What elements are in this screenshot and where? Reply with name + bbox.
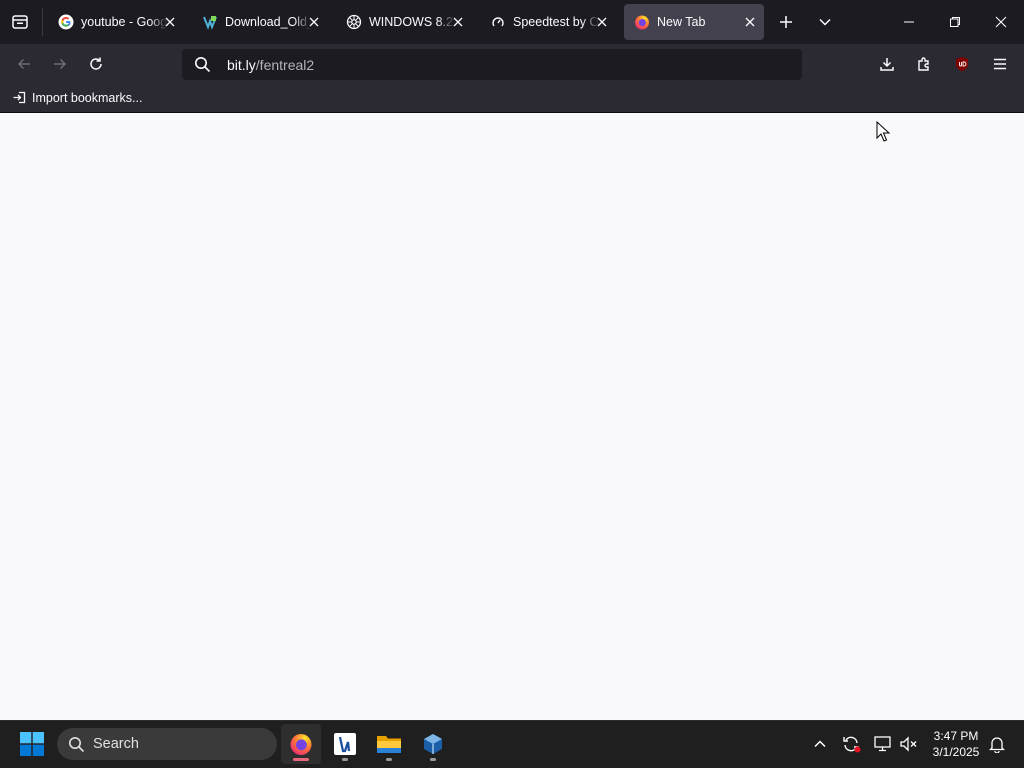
gear-site-icon xyxy=(346,14,362,30)
firefox-view-button[interactable] xyxy=(6,8,34,36)
folder-icon xyxy=(377,736,401,753)
tab-windows-8-2[interactable]: WINDOWS 8.2 Vista xyxy=(336,4,472,40)
tab-title: WINDOWS 8.2 Vista xyxy=(369,15,455,29)
import-icon xyxy=(13,91,26,104)
minimize-button[interactable] xyxy=(890,0,928,44)
address-bar[interactable]: bit.ly/fentreal2 xyxy=(182,49,802,80)
close-tab-icon[interactable] xyxy=(594,14,610,30)
tab-title: youtube - Google Search xyxy=(81,15,167,29)
search-icon xyxy=(195,57,211,73)
import-bookmarks-button[interactable]: Import bookmarks... xyxy=(12,90,142,105)
close-tab-icon[interactable] xyxy=(742,14,758,30)
chevron-up-icon xyxy=(814,740,826,748)
tab-title: Download_Old_Windows xyxy=(225,15,311,29)
network-icon xyxy=(874,736,891,752)
close-tab-icon[interactable] xyxy=(450,14,466,30)
speedtest-icon xyxy=(490,14,506,30)
notifications-button[interactable] xyxy=(985,730,1009,758)
hamburger-menu-icon xyxy=(994,58,1006,70)
tab-speedtest[interactable]: Speedtest by Ookla xyxy=(480,4,616,40)
app-menu-button[interactable] xyxy=(986,50,1014,78)
sync-status-button[interactable] xyxy=(839,730,863,758)
url-path: /fentreal2 xyxy=(255,56,315,73)
firefox-icon xyxy=(634,14,650,30)
minimize-icon xyxy=(904,21,914,23)
bell-icon xyxy=(989,737,1005,753)
tab-title: New Tab xyxy=(657,15,706,29)
close-tab-icon[interactable] xyxy=(306,14,322,30)
virtualbox-icon xyxy=(424,734,442,754)
volume-button[interactable] xyxy=(897,730,921,758)
taskbar-app-virtualbox[interactable] xyxy=(413,724,453,764)
start-button[interactable] xyxy=(12,724,52,764)
url-host: bit.ly xyxy=(227,56,256,73)
forward-button[interactable] xyxy=(46,50,74,78)
import-bookmarks-label: Import bookmarks... xyxy=(32,90,143,105)
reload-icon xyxy=(90,57,102,70)
clock-time: 3:47 PM xyxy=(933,729,979,743)
taskbar-app-blue[interactable] xyxy=(325,724,365,764)
tab-strip-separator xyxy=(42,8,43,36)
chevron-down-icon xyxy=(819,18,831,26)
firefox-icon xyxy=(290,734,312,755)
running-indicator xyxy=(293,758,309,761)
arrow-left-icon xyxy=(17,58,30,70)
tab-download-old-windows[interactable]: Download_Old_Windows xyxy=(192,4,328,40)
close-tab-icon[interactable] xyxy=(162,14,178,30)
download-site-icon xyxy=(202,14,218,30)
extensions-button[interactable] xyxy=(910,50,938,78)
clock-date: 3/1/2025 xyxy=(932,745,980,759)
puzzle-piece-icon xyxy=(918,57,929,71)
taskbar-clock[interactable]: 3:47 PM 3/1/2025 xyxy=(922,728,990,760)
running-indicator xyxy=(386,758,392,761)
list-all-tabs-button[interactable] xyxy=(811,8,839,36)
sync-icon xyxy=(843,736,861,753)
back-button[interactable] xyxy=(10,50,38,78)
search-icon xyxy=(69,736,85,752)
url-text[interactable]: bit.ly/fentreal2 xyxy=(227,57,314,73)
close-icon xyxy=(995,16,1007,28)
downloads-button[interactable] xyxy=(873,50,901,78)
new-tab-button[interactable] xyxy=(772,8,800,36)
speaker-muted-icon xyxy=(900,736,917,752)
show-hidden-icons-button[interactable] xyxy=(808,730,832,758)
ublock-origin-button[interactable] xyxy=(948,50,976,78)
tab-youtube-search[interactable]: youtube - Google Search xyxy=(48,4,184,40)
taskbar-app-file-explorer[interactable] xyxy=(369,724,409,764)
mouse-cursor-icon xyxy=(876,121,890,142)
firefox-view-icon xyxy=(12,15,28,29)
running-indicator xyxy=(430,758,436,761)
reload-button[interactable] xyxy=(82,50,110,78)
google-g-icon xyxy=(58,14,74,30)
taskbar-app-firefox[interactable] xyxy=(281,724,321,764)
running-indicator xyxy=(342,758,348,761)
close-window-button[interactable] xyxy=(982,0,1020,44)
tab-new-tab[interactable]: New Tab xyxy=(624,4,764,40)
windows-logo-icon xyxy=(20,732,44,756)
bookmarks-toolbar xyxy=(0,84,1024,113)
plus-icon xyxy=(780,16,792,28)
ublock-origin-icon xyxy=(956,57,968,71)
network-button[interactable] xyxy=(871,730,895,758)
taskbar-search-label: Search xyxy=(93,736,139,752)
arrow-right-icon xyxy=(54,58,67,70)
tab-title: Speedtest by Ookla xyxy=(513,15,599,29)
restore-button[interactable] xyxy=(936,0,974,44)
restore-icon xyxy=(950,17,960,27)
page-content[interactable] xyxy=(0,113,1024,720)
download-icon xyxy=(880,58,894,71)
taskbar-search[interactable]: Search xyxy=(57,728,277,760)
blue-app-icon xyxy=(334,733,356,755)
